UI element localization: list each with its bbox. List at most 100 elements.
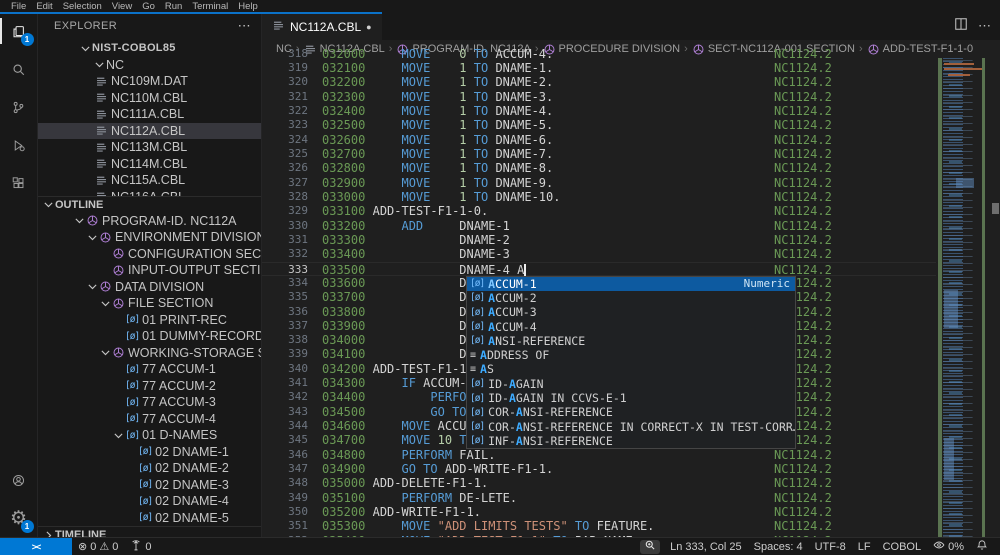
menu-item-selection[interactable]: Selection [58,1,107,12]
notifications-bell[interactable] [970,538,994,555]
minimap[interactable] [936,58,990,537]
outline-item-data-division[interactable]: DATA DIVISION [38,279,261,296]
code-line[interactable]: 331033300 DNAME-2NC1124.2 [262,233,936,247]
code-line[interactable]: 346034800 PERFORM FAIL.NC1124.2 [262,448,936,462]
menu-item-view[interactable]: View [107,1,137,12]
code-line[interactable]: 321032300 MOVE 1 TO DNAME-3.NC1124.2 [262,90,936,104]
file-row-nc111a.cbl[interactable]: NC111A.CBL [38,106,261,123]
suggest-item-id-again-in-ccvs-e-1[interactable]: [ø]ID-AGAIN IN CCVS-E-1 [467,391,795,405]
timeline-section-header[interactable]: TIMELINE [38,526,261,537]
activity-files-icon[interactable]: 1 [0,12,38,50]
suggest-item-id-again[interactable]: [ø]ID-AGAIN [467,377,795,391]
outline-section-header[interactable]: OUTLINE [38,196,261,213]
encoding-status[interactable]: UTF-8 [809,538,852,555]
activity-extensions-icon[interactable] [0,164,38,202]
ports-indicator[interactable]: 0 [124,538,157,555]
zoom-status-button[interactable] [640,540,660,554]
code-line[interactable]: 318032000 MOVE 0 TO ACCUM-4.NC1124.2 [262,47,936,61]
code-line[interactable]: 325032700 MOVE 1 TO DNAME-7.NC1124.2 [262,147,936,161]
activity-account-icon[interactable] [0,461,38,499]
file-row-nc109m.dat[interactable]: NC109M.DAT [38,73,261,90]
file-row-nc110m.cbl[interactable]: NC110M.CBL [38,90,261,107]
outline-item-01-dummy-record[interactable]: [ø]01 DUMMY-RECORD [38,328,261,345]
suggest-item-ansi-reference[interactable]: [ø]ANSI-REFERENCE [467,334,795,348]
outline-item-working-storage-section[interactable]: WORKING-STORAGE SECTION [38,345,261,362]
file-row-nc113m.cbl[interactable]: NC113M.CBL [38,139,261,156]
split-editor-icon[interactable] [954,17,968,36]
code-line[interactable]: 322032400 MOVE 1 TO DNAME-4.NC1124.2 [262,104,936,118]
suggest-item-cor-ansi-reference-in-correct-x-in-test-corr-[interactable]: [ø]COR-ANSI-REFERENCE IN CORRECT-X IN TE… [467,419,795,433]
outline-item-01-print-rec[interactable]: [ø]01 PRINT-REC [38,312,261,329]
language-mode-status[interactable]: COBOL [877,538,928,555]
menu-item-run[interactable]: Run [160,1,187,12]
activity-search-icon[interactable] [0,50,38,88]
menu-item-edit[interactable]: Edit [31,1,57,12]
eol-status[interactable]: LF [852,538,877,555]
code-line[interactable]: 351035300 MOVE "ADD LIMITS TESTS" TO FEA… [262,519,936,533]
outline-item-77-accum-1[interactable]: [ø]77 ACCUM-1 [38,361,261,378]
outline-item-file-section[interactable]: FILE SECTION [38,295,261,312]
code-line[interactable]: 326032800 MOVE 1 TO DNAME-8.NC1124.2 [262,161,936,175]
code-line[interactable]: 329033100 ADD-TEST-F1-1-0.NC1124.2 [262,204,936,218]
code-line[interactable]: 332033400 DNAME-3NC1124.2 [262,247,936,261]
editor-more-actions-icon[interactable]: ⋯ [978,18,992,34]
activity-settings-gear-icon[interactable]: ⚙1 [0,499,38,537]
folder-row-nc[interactable]: NC [38,57,261,74]
outline-item-input-output-section[interactable]: INPUT-OUTPUT SECTION [38,262,261,279]
outline-item-02-dname-5[interactable]: [ø]02 DNAME-5 [38,510,261,527]
code-text: 032200 MOVE 1 TO DNAME-2. [322,75,553,89]
activity-source-control-icon[interactable] [0,88,38,126]
code-line[interactable]: 328033000 MOVE 1 TO DNAME-10.NC1124.2 [262,190,936,204]
explorer-more-actions-icon[interactable]: ⋯ [238,18,251,34]
cursor-position-status[interactable]: Ln 333, Col 25 [664,538,748,555]
code-line[interactable]: 348035000 ADD-DELETE-F1-1.NC1124.2 [262,476,936,490]
menu-item-help[interactable]: Help [233,1,263,12]
line-number: 331 [262,233,308,247]
code-line[interactable]: 350035200 ADD-WRITE-F1-1.NC1124.2 [262,505,936,519]
outline-item-02-dname-2[interactable]: [ø]02 DNAME-2 [38,460,261,477]
suggest-item-cor-ansi-reference[interactable]: [ø]COR-ANSI-REFERENCE [467,405,795,419]
code-line[interactable]: 349035100 PERFORM DE-LETE.NC1124.2 [262,491,936,505]
outline-item-environment-division[interactable]: ENVIRONMENT DIVISION [38,229,261,246]
code-line[interactable]: 330033200 ADD DNAME-1NC1124.2 [262,219,936,233]
suggest-item-as[interactable]: ≡AS [467,362,795,376]
activity-run-debug-icon[interactable] [0,126,38,164]
screencast-status[interactable]: 0% [927,538,970,555]
suggest-item-accum-1[interactable]: [ø]ACCUM-1Numeric [467,277,795,291]
outline-item-02-dname-1[interactable]: [ø]02 DNAME-1 [38,444,261,461]
outline-item-77-accum-2[interactable]: [ø]77 ACCUM-2 [38,378,261,395]
suggest-item-accum-3[interactable]: [ø]ACCUM-3 [467,305,795,319]
menu-item-file[interactable]: File [6,1,31,12]
outline-item-program-id-nc112a[interactable]: PROGRAM-ID. NC112A [38,213,261,230]
workspace-root-row[interactable]: NIST-COBOL85 [38,40,261,57]
modified-dot-icon[interactable]: ● [366,22,371,32]
outline-item-02-dname-3[interactable]: [ø]02 DNAME-3 [38,477,261,494]
indentation-status[interactable]: Spaces: 4 [748,538,809,555]
code-line[interactable]: 320032200 MOVE 1 TO DNAME-2.NC1124.2 [262,75,936,89]
remote-indicator[interactable]: >< [0,538,72,555]
code-line[interactable]: 333033500 DNAME-4 ANC1124.2 [262,262,936,276]
outline-item-77-accum-4[interactable]: [ø]77 ACCUM-4 [38,411,261,428]
code-line[interactable]: 324032600 MOVE 1 TO DNAME-6.NC1124.2 [262,133,936,147]
file-row-nc114m.cbl[interactable]: NC114M.CBL [38,156,261,173]
menu-item-go[interactable]: Go [137,1,160,12]
file-row-nc115a.cbl[interactable]: NC115A.CBL [38,172,261,189]
code-line[interactable]: 347034900 GO TO ADD-WRITE-F1-1.NC1124.2 [262,462,936,476]
suggest-item-accum-4[interactable]: [ø]ACCUM-4 [467,319,795,333]
menu-item-terminal[interactable]: Terminal [187,1,233,12]
outline-item-configuration-section[interactable]: CONFIGURATION SECTION [38,246,261,263]
tab-nc112a[interactable]: NC112A.CBL ● [262,12,382,40]
problems-indicator[interactable]: ⊗ 0 ⚠ 0 [72,538,124,555]
outline-item-77-accum-3[interactable]: [ø]77 ACCUM-3 [38,394,261,411]
code-line[interactable]: 323032500 MOVE 1 TO DNAME-5.NC1124.2 [262,118,936,132]
outline-item-01-d-names[interactable]: [ø]01 D-NAMES [38,427,261,444]
suggest-item-accum-2[interactable]: [ø]ACCUM-2 [467,291,795,305]
outline-item-02-dname-4[interactable]: [ø]02 DNAME-4 [38,493,261,510]
overview-ruler-cursor-marker[interactable] [992,203,999,214]
code-line[interactable]: 327032900 MOVE 1 TO DNAME-9.NC1124.2 [262,176,936,190]
suggest-item-address-of[interactable]: ≡ADDRESS OF [467,348,795,362]
file-row-partial[interactable]: NC116A.CBL [38,189,261,196]
file-row-nc112a.cbl[interactable]: NC112A.CBL [38,123,261,140]
suggest-item-inf-ansi-reference[interactable]: [ø]INF-ANSI-REFERENCE [467,434,795,448]
code-line[interactable]: 319032100 MOVE 1 TO DNAME-1.NC1124.2 [262,61,936,75]
